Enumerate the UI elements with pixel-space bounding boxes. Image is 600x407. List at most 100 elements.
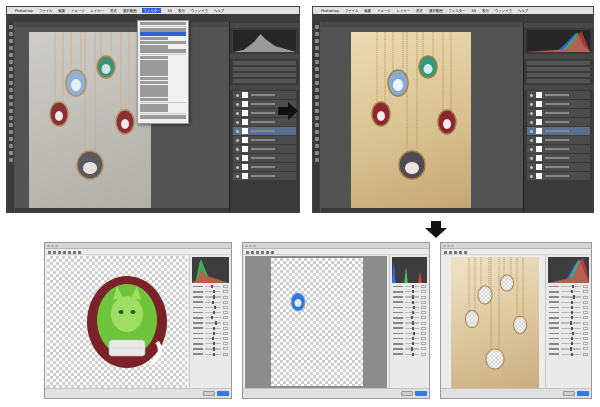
- eye-icon[interactable]: [530, 174, 533, 178]
- close-button[interactable]: [443, 244, 446, 247]
- quick-select-tool-icon[interactable]: [314, 46, 319, 50]
- minimize-button[interactable]: [447, 244, 450, 247]
- menu-layer[interactable]: レイヤー: [397, 8, 410, 13]
- blur-tool-icon[interactable]: [8, 109, 13, 113]
- white-balance-tool-icon[interactable]: [454, 250, 457, 254]
- layer-row-selected[interactable]: [527, 127, 590, 135]
- layer-row[interactable]: [527, 145, 590, 153]
- eye-icon[interactable]: [530, 156, 533, 160]
- healing-tool-icon[interactable]: [314, 67, 319, 71]
- adjustment-slider[interactable]: [549, 311, 588, 315]
- eraser-tool-icon[interactable]: [8, 95, 13, 99]
- adjustment-slider[interactable]: [193, 336, 228, 341]
- layer-row[interactable]: [527, 100, 590, 108]
- hand-tool-icon[interactable]: [449, 250, 452, 254]
- menu-file[interactable]: ファイル: [39, 8, 53, 13]
- dodge-tool-icon[interactable]: [314, 116, 319, 120]
- eye-icon[interactable]: [236, 165, 239, 169]
- menu-item[interactable]: [140, 28, 186, 32]
- target-adjust-icon[interactable]: [464, 250, 467, 254]
- menu-item[interactable]: [140, 44, 168, 49]
- spot-removal-icon[interactable]: [78, 250, 81, 254]
- eraser-tool-icon[interactable]: [314, 95, 319, 99]
- layer-row[interactable]: [233, 163, 296, 171]
- document-canvas[interactable]: [29, 32, 151, 212]
- menu-app[interactable]: Photoshop: [321, 9, 339, 13]
- brush-tool-icon[interactable]: [8, 74, 13, 78]
- hand-tool-icon[interactable]: [314, 151, 319, 155]
- cancel-button[interactable]: [203, 390, 215, 396]
- menu-help[interactable]: ヘルプ: [214, 8, 224, 13]
- layer-row[interactable]: [527, 154, 590, 162]
- properties-panel-tab[interactable]: [230, 54, 299, 59]
- eye-icon[interactable]: [236, 111, 239, 115]
- document-canvas[interactable]: [351, 32, 471, 210]
- stamp-tool-icon[interactable]: [314, 81, 319, 85]
- menu-item[interactable]: [140, 114, 186, 119]
- menu-filter[interactable]: フィルター: [448, 8, 465, 13]
- layer-row[interactable]: [527, 172, 590, 180]
- menu-item[interactable]: [140, 85, 168, 89]
- crop-tool-icon[interactable]: [8, 53, 13, 57]
- eye-icon[interactable]: [530, 138, 533, 142]
- layer-row[interactable]: [527, 163, 590, 171]
- adjustment-slider[interactable]: [549, 326, 588, 330]
- menu-window[interactable]: ウィンドウ: [495, 8, 512, 13]
- eye-icon[interactable]: [236, 129, 239, 133]
- stamp-tool-icon[interactable]: [8, 81, 13, 85]
- menu-view[interactable]: 表示: [178, 8, 185, 13]
- adjustment-slider[interactable]: [393, 300, 426, 304]
- menu-window[interactable]: ウィンドウ: [191, 8, 208, 13]
- eye-icon[interactable]: [236, 120, 239, 124]
- layer-row[interactable]: [527, 91, 590, 99]
- preview-area[interactable]: [271, 258, 363, 386]
- lasso-tool-icon[interactable]: [8, 39, 13, 43]
- menu-item[interactable]: [140, 97, 168, 102]
- zoom-button[interactable]: [451, 244, 454, 247]
- type-tool-icon[interactable]: [314, 130, 319, 134]
- menu-item[interactable]: [140, 104, 168, 108]
- close-button[interactable]: [245, 244, 248, 247]
- adjustment-slider[interactable]: [549, 342, 588, 346]
- menu-edit[interactable]: 編集: [364, 8, 371, 13]
- eye-icon[interactable]: [236, 156, 239, 160]
- property-row[interactable]: [233, 61, 296, 65]
- zoom-button[interactable]: [55, 244, 58, 247]
- menu-item[interactable]: [140, 93, 168, 97]
- target-adjust-icon[interactable]: [266, 250, 269, 254]
- property-row[interactable]: [527, 79, 590, 83]
- menu-help[interactable]: ヘルプ: [518, 8, 528, 13]
- menu-item[interactable]: [140, 21, 186, 26]
- layer-row[interactable]: [233, 136, 296, 144]
- path-select-icon[interactable]: [8, 137, 13, 141]
- type-tool-icon[interactable]: [8, 130, 13, 134]
- layer-row[interactable]: [233, 154, 296, 162]
- layers-panel-tab[interactable]: [230, 85, 299, 90]
- menu-item[interactable]: [140, 108, 168, 112]
- menu-item[interactable]: [140, 40, 186, 45]
- crop-tool-icon[interactable]: [314, 53, 319, 57]
- lasso-tool-icon[interactable]: [314, 39, 319, 43]
- adjustment-slider[interactable]: [193, 311, 228, 315]
- property-row[interactable]: [233, 67, 296, 71]
- menu-filter[interactable]: フィルター: [142, 8, 162, 13]
- layer-row[interactable]: [527, 136, 590, 144]
- adjustment-slider[interactable]: [549, 285, 588, 289]
- pen-tool-icon[interactable]: [314, 123, 319, 127]
- menu-item[interactable]: [140, 49, 186, 53]
- zoom-tool-icon[interactable]: [444, 250, 447, 254]
- adjustment-slider[interactable]: [393, 290, 426, 294]
- layer-row[interactable]: [527, 109, 590, 117]
- adjustment-slider[interactable]: [393, 295, 426, 299]
- move-tool-icon[interactable]: [314, 25, 319, 29]
- dodge-tool-icon[interactable]: [8, 116, 13, 120]
- histogram-panel-tab[interactable]: [524, 23, 593, 28]
- zoom-tool-icon[interactable]: [246, 250, 249, 254]
- marquee-tool-icon[interactable]: [8, 32, 13, 36]
- menu-3d[interactable]: 3D: [471, 9, 476, 13]
- eye-icon[interactable]: [530, 120, 533, 124]
- layer-row[interactable]: [233, 172, 296, 180]
- menu-file[interactable]: ファイル: [345, 8, 359, 13]
- adjustment-slider[interactable]: [393, 342, 426, 346]
- shape-tool-icon[interactable]: [314, 144, 319, 148]
